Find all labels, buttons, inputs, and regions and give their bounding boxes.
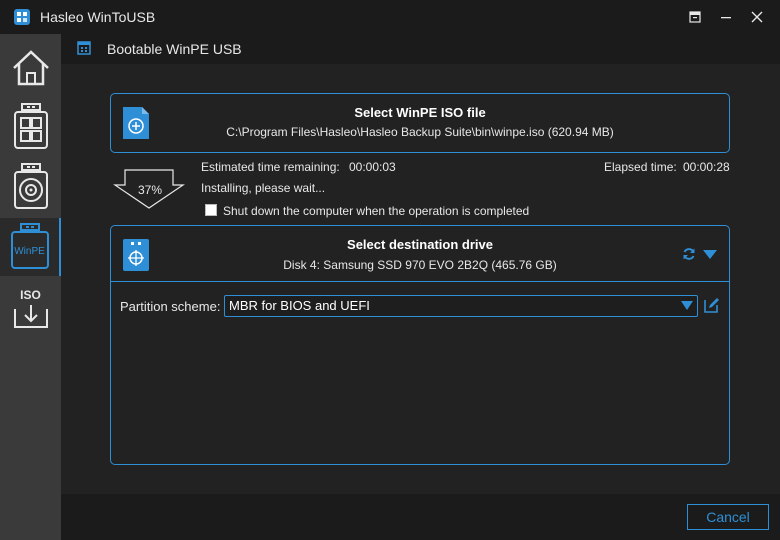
partition-scheme-value: MBR for BIOS and UEFI — [229, 298, 370, 313]
shutdown-label: Shut down the computer when the operatio… — [223, 204, 530, 218]
sidebar-item-windows-to-usb[interactable] — [0, 98, 61, 156]
dropdown-arrow-icon — [681, 301, 693, 310]
status-text: Installing, please wait... — [201, 181, 326, 195]
sidebar-item-disk-image[interactable] — [0, 158, 61, 216]
sidebar-item-winpe[interactable]: WinPE — [0, 218, 61, 276]
sidebar-item-home[interactable] — [0, 38, 61, 96]
window-title: Hasleo WinToUSB — [40, 9, 156, 25]
refresh-icon[interactable] — [682, 247, 696, 261]
destination-header[interactable]: Select destination drive Disk 4: Samsung… — [111, 226, 729, 282]
minimize-icon[interactable] — [717, 8, 735, 26]
home-icon — [12, 50, 49, 86]
windows-usb-icon — [13, 103, 48, 149]
page-title: Bootable WinPE USB — [107, 41, 242, 57]
sidebar-item-iso[interactable]: ISO — [0, 280, 61, 338]
cancel-button[interactable]: Cancel — [687, 504, 769, 530]
estimated-time-label: Estimated time remaining: — [201, 160, 340, 174]
elapsed-time-label: Elapsed time: — [604, 160, 677, 174]
footer-bar: Cancel — [61, 494, 780, 540]
source-panel[interactable]: Select WinPE ISO file C:\Program Files\H… — [110, 93, 730, 153]
progress-percent: 37% — [138, 183, 163, 197]
chevron-down-icon[interactable] — [703, 250, 717, 260]
restore-icon[interactable] — [686, 8, 704, 26]
source-title: Select WinPE ISO file — [354, 105, 486, 120]
page-header: Bootable WinPE USB — [61, 34, 780, 64]
partition-scheme-select[interactable]: MBR for BIOS and UEFI — [224, 295, 698, 317]
disk-usb-icon — [13, 163, 48, 209]
elapsed-time-value: 00:00:28 — [683, 160, 730, 174]
sidebar: WinPE ISO — [0, 34, 61, 540]
source-path: C:\Program Files\Hasleo\Hasleo Backup Su… — [226, 125, 614, 139]
title-bar: Hasleo WinToUSB — [0, 0, 780, 34]
destination-title: Select destination drive — [347, 237, 493, 252]
edit-icon[interactable] — [704, 297, 720, 313]
partition-scheme-label: Partition scheme: — [120, 299, 221, 314]
destination-drive: Disk 4: Samsung SSD 970 EVO 2B2Q (465.76… — [283, 258, 557, 272]
calendar-grid-icon — [77, 41, 91, 55]
sidebar-item-label: ISO — [20, 288, 41, 302]
main-content: Select WinPE ISO file C:\Program Files\H… — [61, 64, 780, 494]
estimated-time-value: 00:00:03 — [349, 160, 396, 174]
app-logo-icon — [14, 9, 30, 25]
sidebar-item-label: WinPE — [14, 246, 45, 257]
close-icon[interactable] — [748, 8, 766, 26]
destination-panel: Select destination drive Disk 4: Samsung… — [110, 225, 730, 465]
shutdown-checkbox[interactable] — [205, 204, 217, 216]
